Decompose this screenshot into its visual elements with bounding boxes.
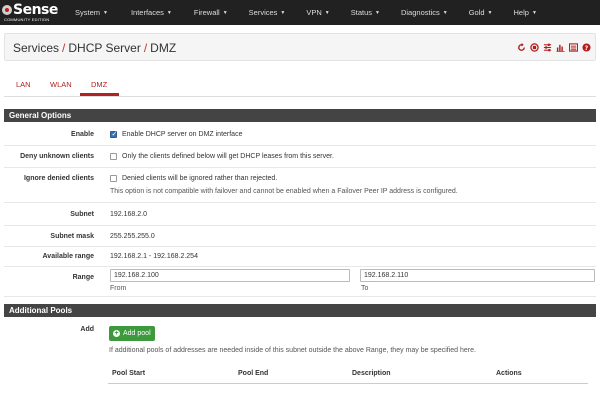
caret-down-icon: ▼ [103, 9, 108, 16]
nav-vpn[interactable]: VPN ▼ [306, 0, 329, 25]
nav-firewall[interactable]: Firewall ▼ [194, 0, 228, 25]
enable-row: Enable Enable DHCP server on DMZ interfa… [4, 123, 596, 146]
list-icon[interactable] [568, 43, 579, 52]
nav-menu: System ▼ Interfaces ▼ Firewall ▼ Services ▼ … [66, 0, 537, 25]
subnet-row: Subnet 192.168.2.0 [4, 203, 596, 226]
caret-down-icon: ▼ [442, 9, 448, 16]
active-tab-indicator [80, 93, 119, 96]
breadcrumb-dmz: DMZ [150, 41, 177, 55]
pfsense-logo[interactable]: Sense COMMUNITY EDITION [0, 0, 66, 25]
deny-unknown-label: Deny unknown clients [20, 153, 94, 160]
breadcrumb-separator: / [62, 41, 66, 55]
caret-down-icon: ▼ [324, 9, 330, 16]
enable-checkbox[interactable] [110, 130, 117, 138]
ignore-denied-checkbox[interactable] [110, 175, 117, 182]
help-icon[interactable]: ? [582, 43, 591, 52]
subnet-value: 192.168.2.0 [110, 211, 147, 218]
nav-help[interactable]: Help ▼ [514, 0, 537, 25]
page-header: Services / DHCP Server / DMZ ? [4, 33, 596, 61]
caret-down-icon: ▼ [280, 9, 286, 16]
available-range-label: Available range [42, 253, 95, 260]
stop-icon[interactable] [530, 43, 539, 52]
nav-system[interactable]: System ▼ [75, 0, 108, 25]
available-range-value: 192.168.2.1 - 192.168.2.254 [110, 253, 198, 260]
caret-down-icon: ▼ [166, 9, 172, 16]
deny-unknown-row: Deny unknown clients Only the clients de… [4, 146, 596, 168]
plus-icon: + [113, 330, 120, 337]
logo-mark-icon [2, 5, 12, 15]
top-navbar: Sense COMMUNITY EDITION System ▼ Interfac… [0, 0, 600, 25]
settings-icon[interactable] [543, 43, 552, 52]
breadcrumb: Services / DHCP Server / DMZ [13, 41, 176, 55]
nav-diagnostics[interactable]: Diagnostics ▼ [401, 0, 448, 25]
tab-dmz[interactable]: DMZ [91, 80, 107, 89]
nav-gold[interactable]: Gold ▼ [469, 0, 493, 25]
range-label: Range [72, 274, 94, 281]
breadcrumb-dhcp-server[interactable]: DHCP Server [68, 41, 140, 55]
subnet-mask-value: 255.255.255.0 [110, 233, 155, 240]
range-to-input[interactable]: 192.168.2.110 [360, 269, 595, 282]
deny-unknown-checkbox[interactable] [110, 153, 117, 160]
ignore-denied-text: Denied clients will be ignored rather th… [122, 175, 278, 182]
enable-text: Enable DHCP server on DMZ interface [122, 131, 243, 138]
tab-wlan[interactable]: WLAN [50, 80, 72, 89]
col-actions: Actions [496, 370, 522, 377]
additional-pools-heading: Additional Pools [4, 304, 596, 317]
available-range-row: Available range 192.168.2.1 - 192.168.2.… [4, 247, 596, 267]
add-pool-button[interactable]: + Add pool [109, 326, 155, 341]
range-to-caption: To [361, 285, 369, 292]
subnet-mask-row: Subnet mask 255.255.255.0 [4, 226, 596, 247]
nav-status[interactable]: Status ▼ [351, 0, 380, 25]
deny-unknown-text: Only the clients defined below will get … [122, 153, 334, 160]
range-from-input[interactable]: 192.168.2.100 [110, 269, 350, 282]
range-row: Range 192.168.2.100 From 192.168.2.110 T… [4, 267, 596, 297]
caret-down-icon: ▼ [531, 9, 537, 16]
ignore-denied-help: This option is not compatible with failo… [110, 188, 458, 195]
col-description: Description [352, 370, 391, 377]
breadcrumb-services[interactable]: Services [13, 41, 59, 55]
logo-edition: COMMUNITY EDITION [4, 17, 50, 22]
col-pool-start: Pool Start [112, 370, 146, 377]
caret-down-icon: ▼ [375, 9, 380, 16]
ignore-denied-label: Ignore denied clients [23, 175, 94, 182]
chart-icon[interactable] [556, 43, 565, 52]
ignore-denied-row: Ignore denied clients Denied clients wil… [4, 168, 596, 203]
caret-down-icon: ▼ [487, 9, 493, 16]
header-icons: ? [517, 43, 591, 52]
subnet-label: Subnet [70, 211, 94, 218]
logo-wordmark: Sense [2, 2, 58, 18]
add-pool-help: If additional pools of addresses are nee… [109, 347, 476, 354]
caret-down-icon: ▼ [222, 9, 228, 16]
subnet-mask-label: Subnet mask [50, 233, 94, 240]
col-pool-end: Pool End [238, 370, 269, 377]
add-pool-label: Add [80, 326, 94, 333]
nav-interfaces[interactable]: Interfaces ▼ [131, 0, 172, 25]
tab-lan[interactable]: LAN [16, 80, 31, 89]
nav-services[interactable]: Services ▼ [249, 0, 286, 25]
breadcrumb-separator: / [143, 41, 148, 55]
enable-label: Enable [71, 131, 94, 138]
restart-icon[interactable] [517, 43, 526, 52]
general-options-heading: General Options [4, 109, 596, 122]
pools-table-header: Pool Start Pool End Description Actions [108, 366, 588, 384]
svg-text:?: ? [585, 45, 589, 52]
range-from-caption: From [110, 285, 127, 292]
